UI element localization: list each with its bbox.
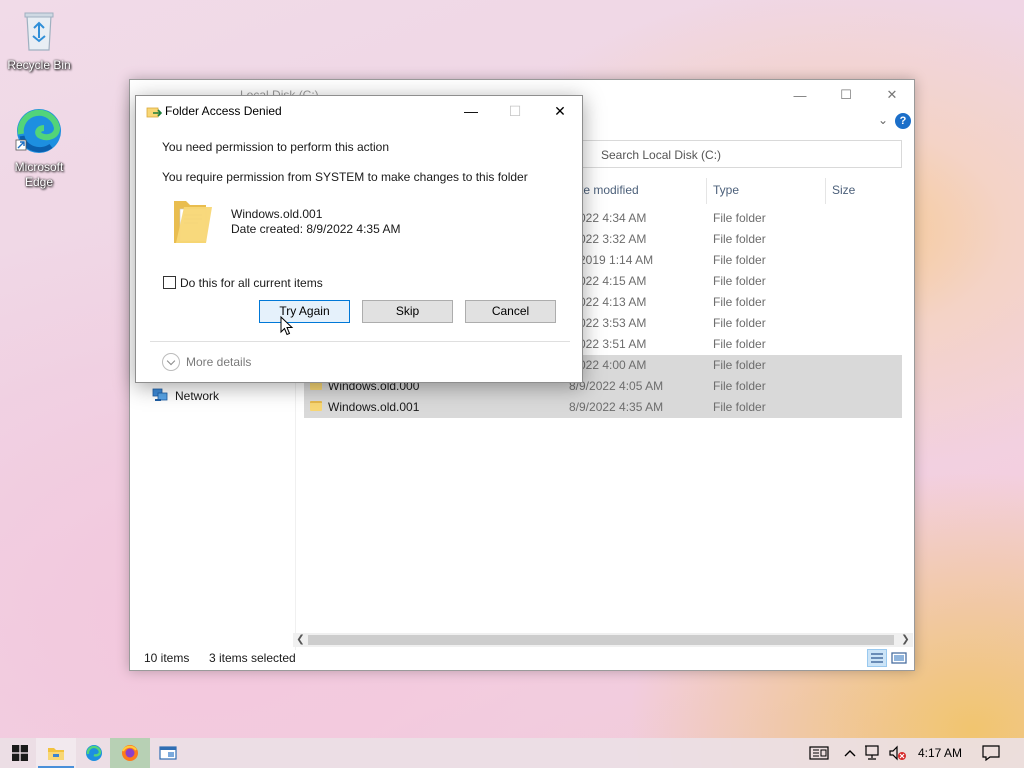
maximize-button[interactable]: ☐ xyxy=(823,80,869,110)
folder-access-denied-dialog: Folder Access Denied — ☐ ✕ You need perm… xyxy=(135,95,583,383)
taskbar-window-app[interactable] xyxy=(148,738,188,768)
mouse-cursor-icon xyxy=(280,316,294,336)
skip-button[interactable]: Skip xyxy=(362,300,453,323)
details-view-button[interactable] xyxy=(867,649,887,667)
volume-button[interactable] xyxy=(886,738,910,768)
taskbar-edge[interactable] xyxy=(74,738,114,768)
large-icons-view-button[interactable] xyxy=(889,649,909,667)
network-status-button[interactable] xyxy=(862,738,884,768)
search-input[interactable]: Search Local Disk (C:) xyxy=(577,140,902,168)
file-type: File folder xyxy=(713,316,766,330)
action-center-button[interactable] xyxy=(976,738,1006,768)
nav-label: Network xyxy=(175,389,220,403)
chevron-down-icon[interactable] xyxy=(162,353,180,371)
status-bar: 10 items 3 items selected xyxy=(130,648,914,670)
file-type: File folder xyxy=(713,379,766,393)
window-app-icon xyxy=(159,746,177,760)
file-date-modified: 8/9/2022 4:05 AM xyxy=(569,379,664,393)
column-divider[interactable] xyxy=(706,178,707,204)
show-hidden-icons-button[interactable] xyxy=(840,738,860,768)
edge-icon xyxy=(15,109,61,153)
volume-muted-icon xyxy=(889,745,906,761)
column-header-size[interactable]: Size xyxy=(832,182,855,204)
horizontal-scrollbar[interactable]: ❮ ❯ xyxy=(293,633,913,647)
file-type: File folder xyxy=(713,211,766,225)
folder-icon xyxy=(174,201,212,243)
dialog-maximize-button: ☐ xyxy=(508,102,522,119)
file-type: File folder xyxy=(713,295,766,309)
chevron-up-icon xyxy=(844,750,856,757)
dialog-divider xyxy=(150,341,570,342)
dialog-message: You need permission to perform this acti… xyxy=(162,140,390,154)
edge-icon xyxy=(86,745,102,761)
notes-icon xyxy=(809,746,829,760)
scroll-right-icon[interactable]: ❯ xyxy=(898,633,913,647)
ribbon-expand-chevron-icon[interactable]: ⌄ xyxy=(878,113,888,127)
column-header-date[interactable]: te modified xyxy=(580,182,639,204)
minimize-button[interactable]: — xyxy=(777,80,823,110)
file-explorer-icon xyxy=(48,748,64,760)
dialog-detail-message: You require permission from SYSTEM to ma… xyxy=(162,170,528,184)
dialog-close-button[interactable]: ✕ xyxy=(537,96,583,126)
selection-count: 3 items selected xyxy=(209,651,296,665)
file-type: File folder xyxy=(713,253,766,267)
search-placeholder: Search Local Disk (C:) xyxy=(601,148,722,162)
scrollbar-thumb[interactable] xyxy=(308,635,894,645)
file-type: File folder xyxy=(713,337,766,351)
file-type: File folder xyxy=(713,400,766,414)
item-count: 10 items xyxy=(144,651,190,665)
file-type: File folder xyxy=(713,232,766,246)
more-details-toggle[interactable]: More details xyxy=(186,355,251,369)
file-name: Windows.old.001 xyxy=(328,400,420,414)
folder-icon xyxy=(310,401,322,411)
file-row[interactable]: Windows.old.001 8/9/2022 4:35 AM File fold… xyxy=(304,397,902,418)
network-icon xyxy=(152,388,168,401)
desktop-icon-recycle-bin[interactable]: Recycle Bin xyxy=(1,8,77,73)
item-name: Windows.old.001 xyxy=(231,207,323,221)
recycle-bin-icon xyxy=(24,12,54,51)
file-date-modified: 8/9/2022 4:35 AM xyxy=(569,400,664,414)
dialog-minimize-button[interactable]: — xyxy=(448,96,494,126)
firefox-icon xyxy=(122,745,138,761)
tray-notes-button[interactable] xyxy=(806,738,832,768)
large-icons-view-icon xyxy=(891,652,907,664)
close-button[interactable]: ✕ xyxy=(869,80,915,110)
file-type: File folder xyxy=(713,358,766,372)
try-again-button[interactable]: Try Again xyxy=(259,300,350,323)
help-icon[interactable]: ? xyxy=(895,113,911,129)
scroll-left-icon[interactable]: ❮ xyxy=(293,633,308,647)
notification-icon xyxy=(982,745,1000,761)
taskbar-firefox[interactable] xyxy=(110,738,150,768)
desktop-icon-edge[interactable]: Microsoft Edge xyxy=(1,106,77,190)
apply-to-all-checkbox[interactable] xyxy=(163,276,176,289)
start-icon xyxy=(12,745,28,761)
taskbar-file-explorer[interactable] xyxy=(36,738,76,768)
apply-to-all-label[interactable]: Do this for all current items xyxy=(180,276,323,290)
desktop-icon-label: Recycle Bin xyxy=(7,58,71,72)
dialog-title: Folder Access Denied xyxy=(165,104,282,118)
start-button[interactable] xyxy=(0,738,40,768)
file-type: File folder xyxy=(713,274,766,288)
desktop-icon-label: Microsoft Edge xyxy=(14,160,64,189)
details-view-icon xyxy=(871,653,883,663)
column-divider[interactable] xyxy=(825,178,826,204)
clock[interactable]: 4:17 AM xyxy=(912,738,968,768)
column-header-type[interactable]: Type xyxy=(713,182,739,204)
cancel-button[interactable]: Cancel xyxy=(465,300,556,323)
taskbar: 4:17 AM xyxy=(0,738,1024,768)
move-folder-icon xyxy=(146,107,162,118)
item-date-created: Date created: 8/9/2022 4:35 AM xyxy=(231,222,401,236)
network-status-icon xyxy=(865,745,879,760)
